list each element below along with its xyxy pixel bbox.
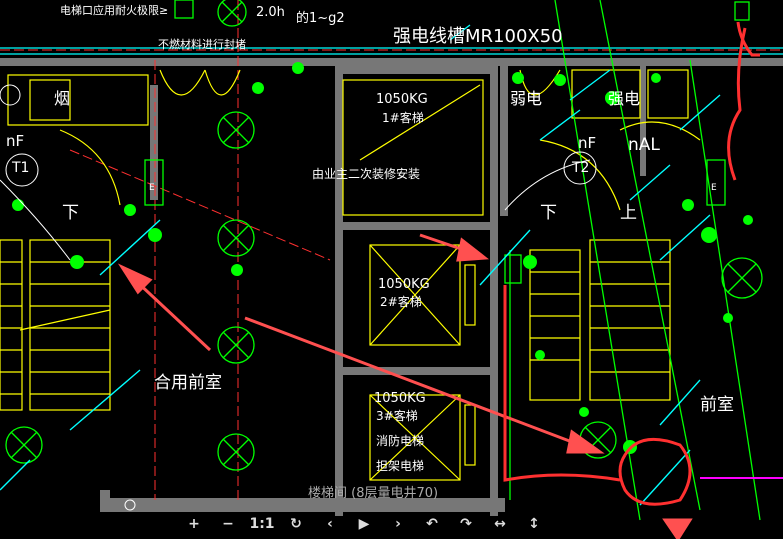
elevator3-extra: 担架电梯 [376,459,424,473]
stairwell-footer-label: 楼梯间 (8层量电井70) [308,486,439,501]
yellow-elements [0,69,701,481]
viewer-toolbar: + − 1:1 ↻ ‹ ▶ › ↶ ↷ ↔ ↕ [180,512,580,536]
light-fixture-8 [217,0,247,27]
e-tag-left: E [149,183,155,193]
actual-size-button[interactable]: 1:1 [248,513,276,535]
arrow-head-3 [456,237,489,262]
elevator1-name: 1#客梯 [382,110,424,125]
shared-anteroom-label: 合用前室 [154,373,222,393]
next-button[interactable]: › [384,513,412,535]
floor-plan-drawing: 电梯口应用耐火极限≥ 2.0h 的1~g2 强电线槽MR100X50 不燃材料进… [0,0,783,539]
fire-seal-note: 不燃材料进行封堵 [158,37,246,51]
prev-button[interactable]: ‹ [316,513,344,535]
right-nf-label: nF [578,134,596,152]
rotate-button[interactable]: ↻ [282,513,310,535]
elevator3-capacity: 1050KG [374,391,426,406]
light-fixture-4 [217,433,255,471]
e-tag-right: E [711,183,717,193]
right-stair-label: T2 [571,160,589,176]
light-fixture-3 [217,326,255,364]
redo-button[interactable]: ↷ [452,513,480,535]
down-right: 下 [540,203,557,223]
down-left: 下 [62,203,79,223]
smoke-label: 烟 [54,89,70,108]
undo-button[interactable]: ↶ [418,513,446,535]
left-box-label: nF [6,132,24,150]
right-nal-label: nAL [628,135,660,155]
elevator1-capacity: 1050KG [376,92,428,107]
right-elec-label: 弱电 [510,89,542,108]
flip-horizontal-button[interactable]: ↔ [486,513,514,535]
left-stair-label: T1 [11,160,29,176]
zoom-out-button[interactable]: − [214,513,242,535]
zoom-in-button[interactable]: + [180,513,208,535]
elevator2-name: 2#客梯 [380,294,422,309]
cad-drawing-viewer: 电梯口应用耐火极限≥ 2.0h 的1~g2 强电线槽MR100X50 不燃材料进… [0,0,783,539]
arrow-head-4 [662,518,693,539]
elevator2-capacity: 1050KG [378,277,430,292]
top-note: 电梯口应用耐火极限≥ [60,3,168,17]
play-button[interactable]: ▶ [350,513,378,535]
anteroom-label: 前室 [700,395,734,415]
up-right: 上 [620,203,637,223]
top-code: 的1~g2 [296,10,345,26]
light-fixture-2 [217,219,255,257]
light-fixture-5 [5,426,43,464]
flip-vertical-button[interactable]: ↕ [520,513,548,535]
light-fixture-1 [217,111,255,149]
elevator1-note: 由业主二次装修安装 [312,166,420,181]
elevator3-name: 3#客梯 [376,408,418,423]
light-fixture-6 [721,257,763,299]
right-strong-label: 强电 [608,89,640,108]
elevator3-fire: 消防电梯 [376,433,424,448]
cable-tray-lines [0,47,783,55]
top-value: 2.0h [256,5,285,20]
cable-tray-label: 强电线槽MR100X50 [393,26,563,47]
